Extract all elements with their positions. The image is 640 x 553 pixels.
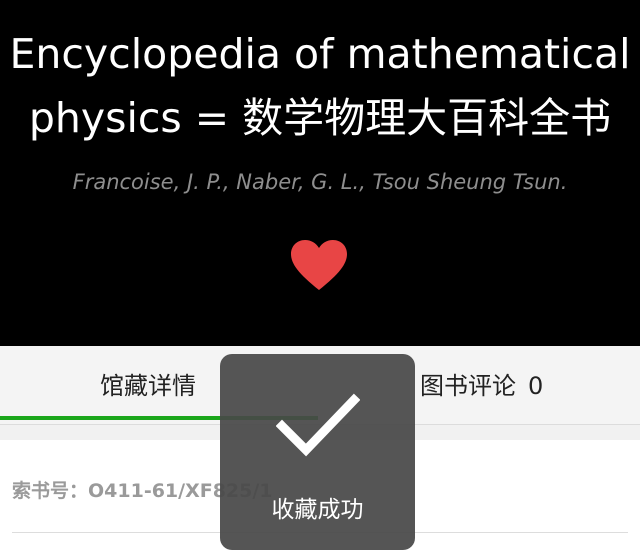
checkmark-icon	[276, 393, 360, 457]
tab-comments[interactable]: 图书评论 0	[420, 366, 543, 401]
tab-comments-label: 图书评论	[420, 372, 516, 400]
toast-message: 收藏成功	[271, 497, 364, 523]
toast-notification: 收藏成功	[220, 354, 415, 550]
tab-details[interactable]: 馆藏详情	[100, 366, 196, 401]
heart-icon[interactable]	[291, 240, 347, 292]
comments-count: 0	[528, 372, 544, 400]
book-authors: Francoise, J. P., Naber, G. L., Tsou She…	[72, 170, 568, 194]
book-title: Encyclopedia of mathematical physics = 数…	[9, 30, 631, 142]
tab-details-label: 馆藏详情	[100, 372, 196, 400]
book-header: Encyclopedia of mathematical physics = 数…	[0, 0, 640, 346]
